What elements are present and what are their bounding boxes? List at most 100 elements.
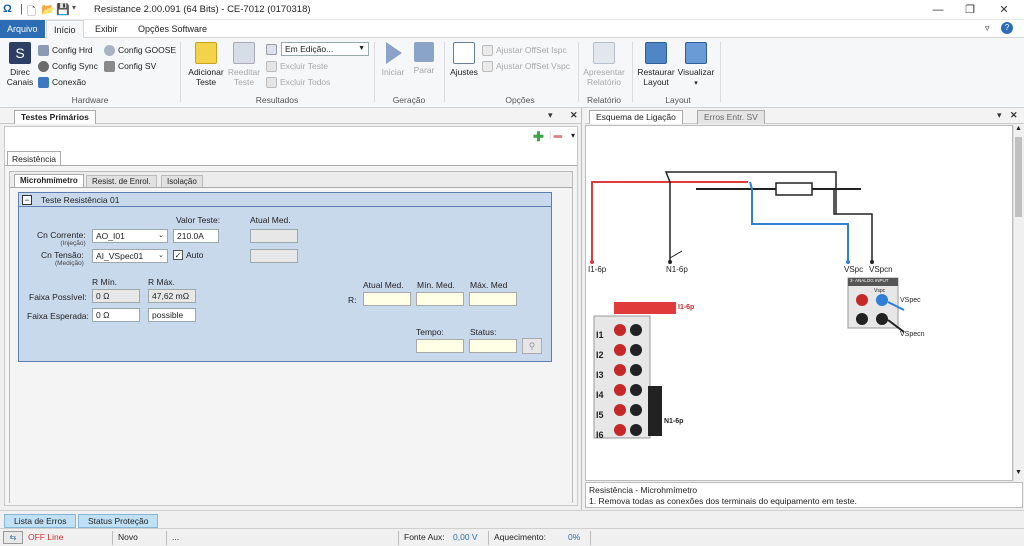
connection-icon <box>38 77 49 89</box>
cn-corrente-text: Cn Corrente: <box>37 230 86 240</box>
row-label-i1: I1 <box>596 330 604 340</box>
right-scrollbar[interactable]: ▲ ▼ <box>1013 125 1023 481</box>
ribbon: S Direc Canais Config Hrd Config Sync Co… <box>0 38 1024 108</box>
chevron-down-icon[interactable]: ▾ <box>571 131 575 140</box>
tab-erros-sv[interactable]: Erros Entr. SV <box>697 110 765 124</box>
direc-canais-button[interactable]: S Direc Canais <box>4 42 36 87</box>
status-bar: ⇆ OFF Line Novo ... Fonte Aux: 0,00 V Aq… <box>0 528 1024 546</box>
atual-med-label: Atual Med. <box>250 215 291 225</box>
apresentar-relatorio-button[interactable]: Apresentar Relatório <box>582 42 626 87</box>
sync-icon <box>38 61 49 73</box>
separator: | <box>549 129 552 139</box>
remove-icon[interactable]: ━ <box>554 129 562 145</box>
help-icon[interactable]: ? <box>1001 22 1013 34</box>
tab-isolacao[interactable]: Isolação <box>161 175 203 187</box>
label-n1: N1-6p <box>666 265 688 274</box>
faixa-possivel-min-field: 0 Ω <box>92 289 140 303</box>
restore-icon[interactable]: ❐ <box>956 1 984 19</box>
fonte-aux-value: 0,00 V <box>453 532 478 542</box>
close-panel-icon[interactable]: ✕ <box>1010 110 1018 121</box>
menu-opcoes-software[interactable]: Opções Software <box>131 20 214 38</box>
tab-lista-erros[interactable]: Lista de Erros <box>4 514 77 528</box>
ajustes-button[interactable]: Ajustes <box>448 42 480 77</box>
menu-inicio[interactable]: Início <box>46 20 84 38</box>
save-icon[interactable]: 💾 <box>56 3 70 16</box>
label-i1: I1-6p <box>588 265 607 274</box>
tab-status-protecao[interactable]: Status Proteção <box>78 514 159 528</box>
label-vspc: VSpc <box>844 265 864 274</box>
conexao-button[interactable]: Conexão <box>38 75 86 89</box>
status-field <box>469 339 517 353</box>
faixa-esperada-min-input[interactable]: 0 Ω <box>92 308 140 322</box>
ribbon-separator <box>578 42 579 102</box>
excluir-teste-button[interactable]: Excluir Teste <box>266 59 328 73</box>
ajustar-ispc-button[interactable]: Ajustar OffSet Ispc <box>482 43 567 57</box>
parar-button[interactable]: Parar <box>410 42 438 75</box>
collapse-icon[interactable]: − <box>22 195 32 205</box>
edit-state-combo[interactable]: Em Edição... ▼ <box>281 42 369 56</box>
bottom-tab-strip: Lista de Erros Status Proteção <box>0 510 1024 528</box>
open-folder-icon[interactable]: 📂 <box>41 3 55 16</box>
terminal-dot <box>870 260 874 264</box>
tab-testes-primarios[interactable]: Testes Primários <box>14 110 96 124</box>
menu-exibir[interactable]: Exibir <box>88 20 125 38</box>
status-separator <box>112 531 113 545</box>
reeditar-teste-label: Reeditar Teste <box>227 67 261 87</box>
tab-resist-enrol[interactable]: Resist. de Enrol. <box>86 175 157 187</box>
status-separator <box>166 531 167 545</box>
group-geracao: Geração <box>392 95 426 105</box>
config-sync-button[interactable]: Config Sync <box>38 59 98 73</box>
scroll-up-icon[interactable]: ▲ <box>1015 125 1022 132</box>
search-icon[interactable]: ⚲ <box>522 338 542 354</box>
adicionar-teste-button[interactable]: Adicionar Teste <box>186 42 226 87</box>
valor-teste-input[interactable]: 210.0A <box>173 229 219 243</box>
cn-tensao-select[interactable]: AI_VSpec01 ⌄ <box>92 249 168 263</box>
scroll-thumb[interactable] <box>1015 137 1022 217</box>
config-sv-button[interactable]: Config SV <box>104 59 156 73</box>
auto-checkbox[interactable]: ✓ <box>173 250 183 260</box>
config-goose-button[interactable]: Config GOOSE <box>104 43 176 57</box>
fonte-aux-label: Fonte Aux: <box>404 532 445 542</box>
restaurar-layout-button[interactable]: Restaurar Layout <box>636 42 676 87</box>
cn-tensao-text: Cn Tensão: <box>41 250 84 260</box>
reeditar-teste-button[interactable]: Reeditar Teste <box>226 42 262 87</box>
scroll-down-icon[interactable]: ▼ <box>1015 469 1022 476</box>
visualizar-button[interactable]: Visualizar ▾ <box>676 42 716 89</box>
excluir-todos-label: Excluir Todos <box>280 77 331 87</box>
cn-corrente-select[interactable]: AO_I01 ⌄ <box>92 229 168 243</box>
conexao-label: Conexão <box>52 77 87 87</box>
chevron-down-icon: ⌄ <box>158 252 164 259</box>
close-icon[interactable]: ✕ <box>990 1 1018 19</box>
panel-menu-icon[interactable]: ▾ <box>997 110 1002 121</box>
tab-resistencia[interactable]: Resistência <box>7 151 61 166</box>
config-hrd-button[interactable]: Config Hrd <box>38 43 93 57</box>
medicao-text: (Medição) <box>54 260 84 267</box>
rmin-label: R Mín. <box>92 277 118 287</box>
quick-access-dropdown-icon[interactable]: ▾ <box>72 3 76 12</box>
delete-test-icon <box>266 61 277 73</box>
add-icon[interactable]: ✚ <box>533 129 544 145</box>
faixa-esperada-max-input[interactable]: possible <box>148 308 196 322</box>
aquecimento-value: 0% <box>568 532 581 542</box>
wire-bundle-red <box>614 302 676 314</box>
tab-esquema-ligacao[interactable]: Esquema de Ligação <box>589 110 683 124</box>
row-label-i6: I6 <box>596 430 604 440</box>
panel-menu-icon[interactable]: ▾ <box>548 110 553 121</box>
ajustes-label: Ajustes <box>450 67 478 77</box>
close-panel-icon[interactable]: ✕ <box>570 110 578 121</box>
info-box: Resistência - Microhmímetro 1. Remova to… <box>585 482 1023 508</box>
terminal-dot <box>668 260 672 264</box>
menu-arquivo[interactable]: Arquivo <box>0 20 45 38</box>
iniciar-button[interactable]: Iniciar <box>378 42 408 77</box>
channels-icon: S <box>9 42 31 64</box>
excluir-todos-button[interactable]: Excluir Todos <box>266 75 330 89</box>
report-icon <box>593 42 615 64</box>
group-layout: Layout <box>665 95 691 105</box>
tab-microhmimetro[interactable]: Microhmímetro <box>14 174 84 187</box>
ajustar-vspc-button[interactable]: Ajustar OffSet Vspc <box>482 59 570 73</box>
minimize-icon[interactable]: — <box>924 1 952 19</box>
label-vspecn: VSpecn <box>900 331 925 338</box>
connection-toggle-icon[interactable]: ⇆ <box>3 531 23 544</box>
collapse-ribbon-icon[interactable]: ▿ <box>985 23 990 34</box>
faixa-esperada-max-value: possible <box>152 310 184 320</box>
